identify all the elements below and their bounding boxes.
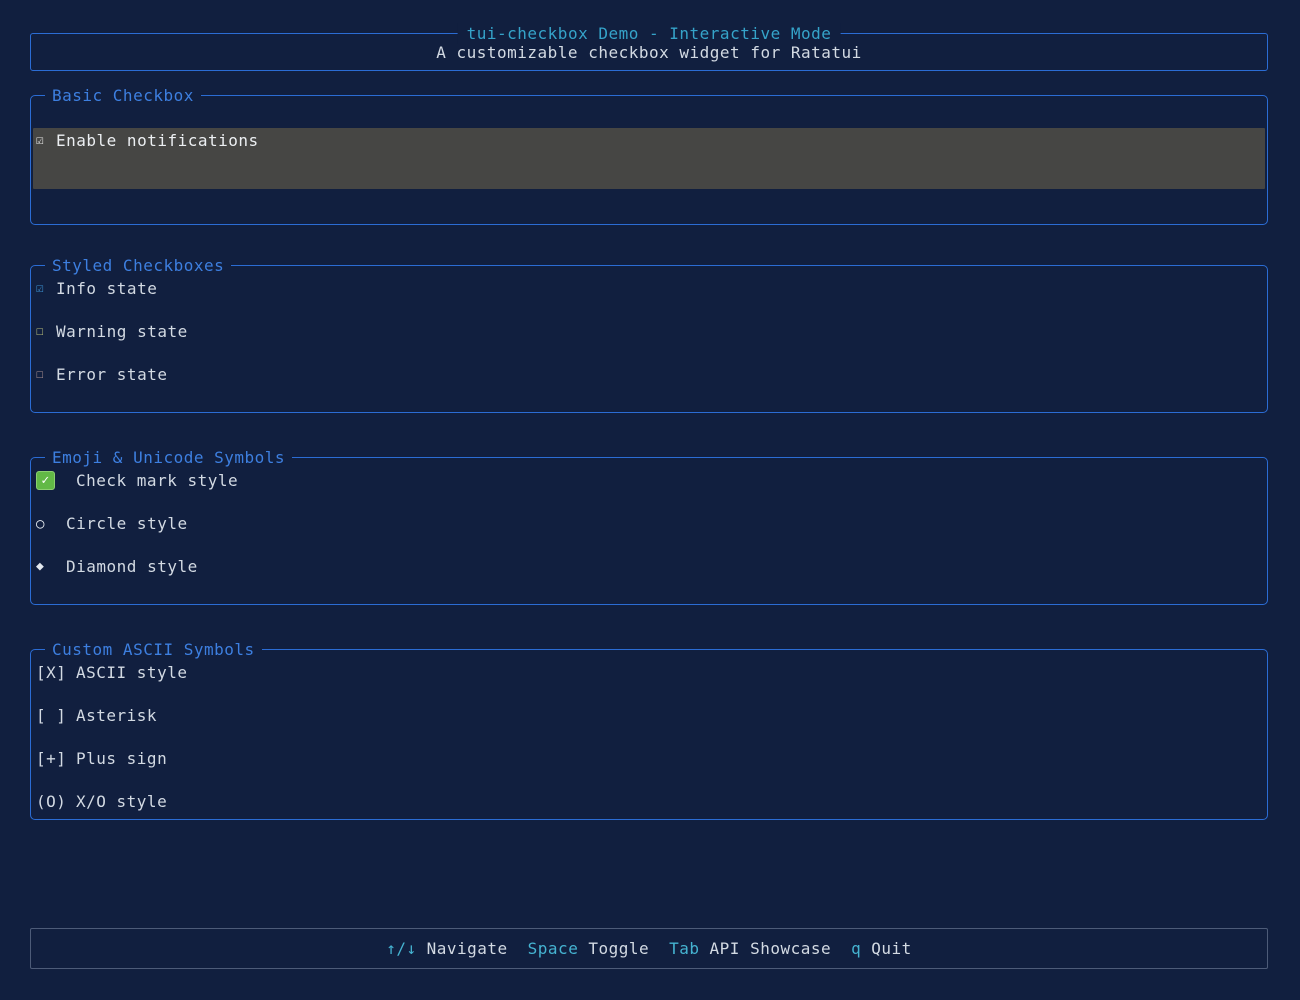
checkbox-row-asterisk[interactable]: [ ] Asterisk [36, 705, 1267, 726]
checked-checkbox-icon: ☑ [36, 133, 56, 148]
checkbox-label: Circle style [66, 514, 188, 533]
circle-icon: ○ [36, 516, 66, 532]
arrow-keys-icon: ↑/↓ [386, 939, 416, 958]
tab-key-label: Tab [669, 939, 699, 958]
check-mark-emoji-icon: ✓ [36, 471, 55, 490]
ascii-plus-bracket-icon: [+] [36, 749, 76, 768]
footer-hint-bar: ↑/↓ Navigate Space Toggle Tab API Showca… [30, 928, 1268, 969]
section-title-basic: Basic Checkbox [45, 85, 201, 106]
selected-row-highlight: ☑ Enable notifications [33, 128, 1265, 189]
checkbox-label: Enable notifications [56, 131, 259, 150]
checkbox-label: ASCII style [76, 663, 187, 682]
checkbox-label: Error state [56, 365, 167, 384]
styled-checkbox-list: ☑ Info state ☐ Warning state ☐ Error sta… [31, 266, 1267, 412]
q-key-label: q [851, 939, 861, 958]
header-box: tui-checkbox Demo - Interactive Mode A c… [30, 33, 1268, 71]
ascii-paren-o-icon: (O) [36, 792, 76, 811]
ascii-checkbox-list: [X] ASCII style [ ] Asterisk [+] Plus si… [31, 650, 1267, 819]
checkbox-row-enable-notifications[interactable]: ☑ Enable notifications [36, 130, 1265, 151]
checkbox-row-info-state[interactable]: ☑ Info state [36, 278, 1267, 299]
checkbox-label: X/O style [76, 792, 167, 811]
section-basic-checkbox: Basic Checkbox ☑ Enable notifications [30, 95, 1268, 225]
checkbox-label: Asterisk [76, 706, 157, 725]
checkbox-label: Info state [56, 279, 157, 298]
app-title: tui-checkbox Demo - Interactive Mode [458, 23, 841, 44]
checkbox-row-plus-sign[interactable]: [+] Plus sign [36, 748, 1267, 769]
checked-checkbox-icon: ☑ [36, 281, 56, 296]
key-hints: ↑/↓ Navigate Space Toggle Tab API Showca… [386, 939, 912, 958]
checkbox-label: Check mark style [76, 471, 238, 490]
section-styled-checkboxes: Styled Checkboxes ☑ Info state ☐ Warning… [30, 265, 1268, 413]
checkbox-row-ascii-style[interactable]: [X] ASCII style [36, 662, 1267, 683]
unchecked-checkbox-icon: ☐ [36, 367, 56, 382]
hint-navigate: ↑/↓ Navigate [386, 939, 507, 958]
checkbox-row-circle-style[interactable]: ○ Circle style [36, 513, 1267, 534]
ascii-empty-bracket-icon: [ ] [36, 706, 76, 725]
checkbox-label: Diamond style [66, 557, 198, 576]
section-emoji-unicode-symbols: Emoji & Unicode Symbols ✓ Check mark sty… [30, 457, 1268, 605]
checkbox-label: Plus sign [76, 749, 167, 768]
checkbox-label: Warning state [56, 322, 188, 341]
section-custom-ascii-symbols: Custom ASCII Symbols [X] ASCII style [ ]… [30, 649, 1268, 820]
hint-api-showcase: Tab API Showcase [669, 939, 831, 958]
checkbox-row-check-mark-style[interactable]: ✓ Check mark style [36, 470, 1267, 491]
checkbox-row-diamond-style[interactable]: ◆ Diamond style [36, 556, 1267, 577]
checkbox-row-xo-style[interactable]: (O) X/O style [36, 791, 1267, 812]
diamond-icon: ◆ [36, 559, 66, 574]
ascii-checked-bracket-icon: [X] [36, 663, 76, 682]
checkbox-row-error-state[interactable]: ☐ Error state [36, 364, 1267, 385]
hint-quit: q Quit [851, 939, 912, 958]
unchecked-checkbox-icon: ☐ [36, 324, 56, 339]
emoji-checkbox-list: ✓ Check mark style ○ Circle style ◆ Diam… [31, 458, 1267, 604]
hint-toggle: Space Toggle [528, 939, 649, 958]
checkbox-row-warning-state[interactable]: ☐ Warning state [36, 321, 1267, 342]
space-key-label: Space [528, 939, 579, 958]
